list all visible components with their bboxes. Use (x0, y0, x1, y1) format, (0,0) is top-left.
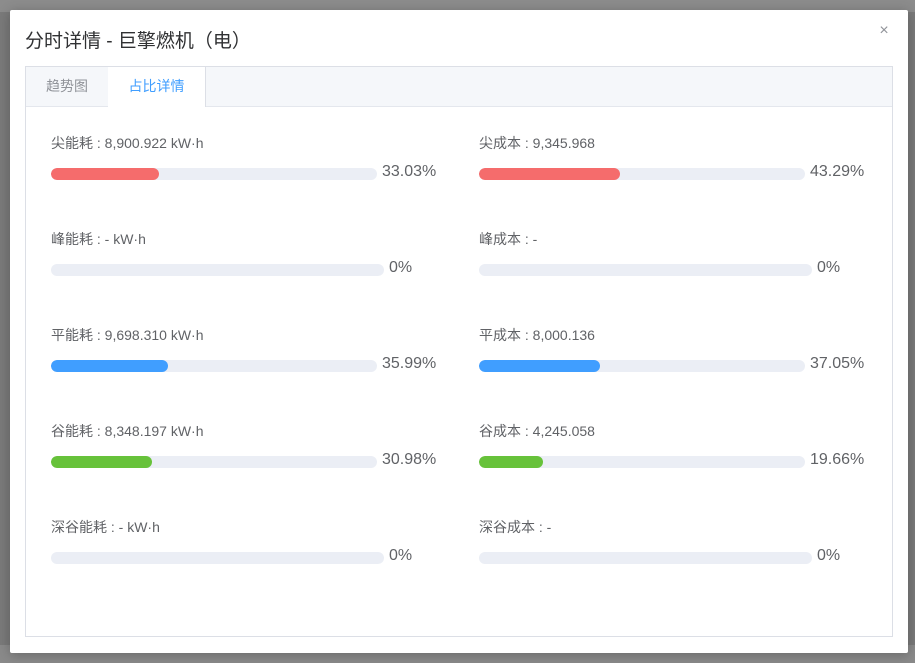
energy-deep-valley-progress-track (51, 552, 384, 564)
energy-peak-item: 峰能耗 : - kW·h 0% (51, 229, 451, 289)
cost-valley-label: 谷成本 : 4,245.058 (479, 423, 595, 439)
cost-peak-tip-progress-track (479, 168, 805, 180)
cost-peak-tip-label: 尖成本 : 9,345.968 (479, 135, 595, 151)
energy-peak-tip-item: 尖能耗 : 8,900.922 kW·h 33.03% (51, 133, 451, 193)
cost-flat-item: 平成本 : 8,000.136 37.05% (479, 325, 879, 385)
energy-valley-item: 谷能耗 : 8,348.197 kW·h 30.98% (51, 421, 451, 481)
cost-valley-progress-track (479, 456, 805, 468)
energy-flat-label: 平能耗 : 9,698.310 kW·h (51, 327, 204, 343)
energy-deep-valley-percent: 0% (389, 547, 413, 564)
tab-ratio-details[interactable]: 占比详情 (108, 67, 206, 107)
detail-dialog: 分时详情 - 巨擎燃机（电） × 趋势图 占比详情 尖能耗 : 8,900.92… (10, 10, 908, 653)
energy-flat-progress-track (51, 360, 377, 372)
energy-valley-label: 谷能耗 : 8,348.197 kW·h (51, 423, 204, 439)
cost-peak-label: 峰成本 : - (479, 231, 538, 247)
cost-deep-valley-percent: 0% (817, 547, 841, 564)
energy-deep-valley-item: 深谷能耗 : - kW·h 0% (51, 517, 451, 577)
energy-flat-item: 平能耗 : 9,698.310 kW·h 35.99% (51, 325, 451, 385)
cost-peak-item: 峰成本 : - 0% (479, 229, 879, 289)
cost-deep-valley-label: 深谷成本 : - (479, 519, 552, 535)
cost-flat-percent: 37.05% (810, 355, 865, 372)
cost-peak-percent: 0% (817, 259, 841, 276)
cost-flat-progress-track (479, 360, 805, 372)
energy-peak-tip-percent: 33.03% (382, 163, 437, 180)
dialog-title: 分时详情 - 巨擎燃机（电） (25, 31, 251, 52)
energy-valley-progress-fill (51, 456, 152, 468)
cost-peak-progress-track (479, 264, 812, 276)
energy-peak-tip-label: 尖能耗 : 8,900.922 kW·h (51, 135, 204, 151)
energy-peak-tip-progress-track (51, 168, 377, 180)
cost-valley-item: 谷成本 : 4,245.058 19.66% (479, 421, 879, 481)
energy-peak-progress-track (51, 264, 384, 276)
cost-valley-percent: 19.66% (810, 451, 865, 468)
cost-deep-valley-progress-track (479, 552, 812, 564)
cost-peak-tip-item: 尖成本 : 9,345.968 43.29% (479, 133, 879, 193)
cost-flat-label: 平成本 : 8,000.136 (479, 327, 595, 343)
energy-peak-label: 峰能耗 : - kW·h (51, 231, 146, 247)
cost-peak-tip-progress-fill (479, 168, 621, 180)
energy-peak-percent: 0% (389, 259, 413, 276)
tabs-header: 趋势图 占比详情 (26, 67, 892, 107)
energy-flat-percent: 35.99% (382, 355, 437, 372)
energy-flat-progress-fill (51, 360, 169, 372)
energy-valley-percent: 30.98% (382, 451, 437, 468)
energy-peak-tip-progress-fill (51, 168, 159, 180)
cost-peak-tip-percent: 43.29% (810, 163, 865, 180)
energy-deep-valley-label: 深谷能耗 : - kW·h (51, 519, 160, 535)
close-icon[interactable]: × (875, 22, 893, 40)
energy-valley-progress-track (51, 456, 377, 468)
cost-deep-valley-item: 深谷成本 : - 0% (479, 517, 879, 577)
tab-trend-chart[interactable]: 趋势图 (26, 67, 109, 106)
cost-flat-progress-fill (479, 360, 600, 372)
cost-valley-progress-fill (479, 456, 544, 468)
tabs-container: 趋势图 占比详情 尖能耗 : 8,900.922 kW·h 33.03% 峰能耗 :… (25, 66, 893, 637)
